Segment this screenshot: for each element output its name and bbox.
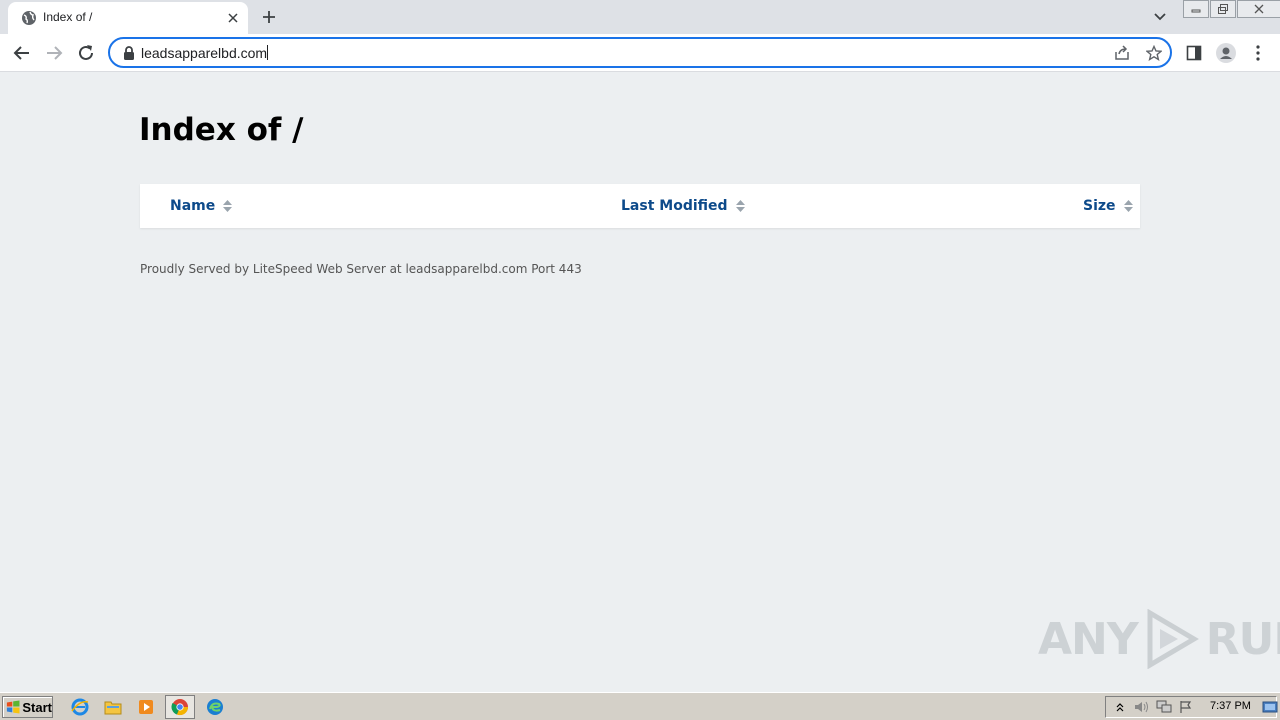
new-tab-button[interactable] — [258, 6, 280, 28]
window-controls — [1183, 0, 1280, 18]
forward-arrow-icon[interactable] — [43, 42, 65, 64]
file-explorer-icon[interactable] — [102, 697, 124, 717]
volume-icon[interactable] — [1134, 699, 1150, 715]
media-player-icon[interactable] — [135, 697, 157, 717]
column-header-size[interactable]: Size — [1083, 198, 1133, 214]
windows-flag-icon — [6, 700, 20, 714]
tab-title: Index of / — [43, 10, 93, 24]
windows-taskbar: Start 7:37 PM — [0, 692, 1280, 720]
restore-button[interactable] — [1210, 0, 1236, 18]
profile-avatar-icon[interactable] — [1215, 42, 1237, 64]
network-icon[interactable] — [1156, 699, 1172, 715]
internet-explorer-icon[interactable] — [69, 697, 91, 717]
sort-icon[interactable] — [223, 200, 233, 212]
watermark-right-text: RUN — [1205, 613, 1280, 665]
browser-toolbar: leadsapparelbd.com — [0, 34, 1280, 72]
minimize-button[interactable] — [1183, 0, 1209, 18]
action-center-flag-icon[interactable] — [1178, 699, 1194, 715]
server-footer: Proudly Served by LiteSpeed Web Server a… — [140, 262, 582, 276]
watermark-left-text: ANY — [1038, 613, 1139, 665]
browser-tab[interactable]: Index of / — [8, 2, 248, 34]
bookmark-star-icon[interactable] — [1144, 44, 1164, 62]
close-window-button[interactable] — [1237, 0, 1280, 18]
page-content: Index of / Name Last Modified Size Proud… — [0, 72, 1280, 692]
column-header-name[interactable]: Name — [170, 198, 233, 214]
show-hidden-icons-icon[interactable] — [1112, 699, 1128, 715]
sort-icon[interactable] — [735, 200, 745, 212]
share-icon[interactable] — [1112, 44, 1132, 62]
edge-icon[interactable] — [204, 697, 226, 717]
anyrun-watermark: ANY RUN — [1038, 608, 1280, 670]
tab-search-chevron-icon[interactable] — [1150, 8, 1170, 26]
column-header-last-modified[interactable]: Last Modified — [621, 198, 745, 214]
start-button[interactable]: Start — [2, 696, 53, 718]
side-panel-icon[interactable] — [1183, 42, 1205, 64]
back-arrow-icon[interactable] — [11, 42, 33, 64]
system-clock[interactable]: 7:37 PM — [1210, 700, 1251, 712]
start-label: Start — [22, 699, 52, 715]
page-title: Index of / — [139, 112, 304, 148]
play-logo-icon — [1147, 609, 1199, 669]
column-label[interactable]: Last Modified — [621, 198, 728, 214]
address-bar[interactable]: leadsapparelbd.com — [108, 37, 1172, 68]
system-tray: 7:37 PM — [1105, 696, 1278, 718]
lock-icon[interactable] — [122, 45, 136, 61]
reload-icon[interactable] — [75, 42, 97, 64]
chrome-taskbar-icon[interactable] — [165, 695, 195, 719]
sort-icon[interactable] — [1123, 200, 1133, 212]
column-label[interactable]: Name — [170, 198, 215, 214]
menu-kebab-icon[interactable] — [1247, 42, 1269, 64]
tab-strip: Index of / — [0, 0, 1280, 34]
listing-table-header: Name Last Modified Size — [140, 184, 1140, 228]
column-label[interactable]: Size — [1083, 198, 1116, 214]
tab-close-icon[interactable] — [224, 9, 242, 27]
show-desktop-icon[interactable] — [1262, 699, 1278, 715]
globe-icon — [22, 11, 36, 25]
url-text[interactable]: leadsapparelbd.com — [141, 45, 269, 61]
